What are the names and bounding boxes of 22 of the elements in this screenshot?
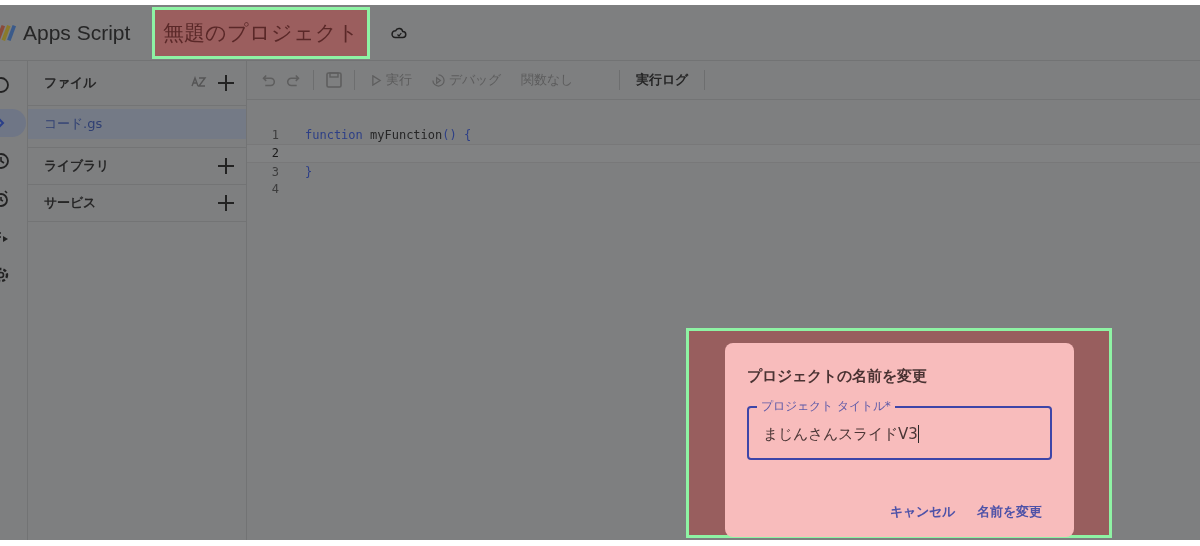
project-title-field[interactable]: プロジェクト タイトル* まじんさんスライドV3 [747, 398, 1052, 460]
add-icon[interactable] [216, 193, 236, 213]
files-heading: ファイル [44, 74, 97, 92]
dialog-title: プロジェクトの名前を変更 [747, 367, 928, 386]
sidebar-nav-item[interactable] [0, 109, 26, 137]
section-heading: ライブラリ [44, 157, 109, 175]
code-line: } [305, 164, 313, 179]
dialog-button[interactable]: 名前を変更 [967, 497, 1052, 527]
line-number: 2 [270, 146, 279, 161]
section-heading: サービス [44, 194, 96, 212]
add-icon[interactable] [216, 73, 236, 93]
execution-log-button[interactable]: 実行ログ [630, 67, 694, 93]
line-number: 3 [270, 164, 279, 179]
project-title[interactable]: 無題のプロジェクト [152, 6, 371, 59]
code-line: function myFunction() { [305, 127, 472, 142]
play-icon [371, 74, 382, 86]
debug-icon [432, 73, 445, 87]
add-icon[interactable] [216, 156, 236, 176]
line-number: 1 [270, 127, 279, 142]
dialog-button[interactable]: キャンセル [880, 497, 965, 527]
product-name: Apps Script [23, 20, 131, 45]
line-number: 4 [270, 182, 279, 197]
